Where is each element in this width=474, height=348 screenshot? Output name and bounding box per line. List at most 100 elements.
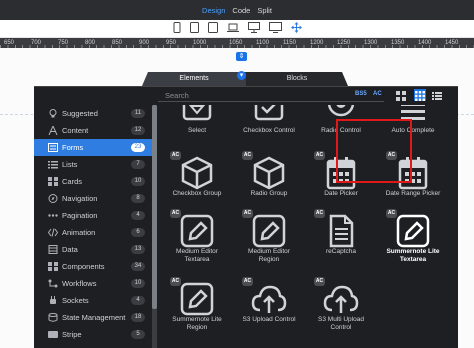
sidebar-item-label: Navigation [62,194,98,203]
laptop-icon[interactable] [226,20,239,38]
forms-icon [48,143,58,152]
monitor-icon[interactable] [268,20,282,38]
sidebar-item-label: Cards [62,177,83,186]
list-icon [48,161,58,169]
bs5-toggle[interactable]: BS5 [355,91,367,97]
count-badge: 10 [131,279,145,288]
count-badge: 18 [131,313,145,322]
sidebar-item-lists[interactable]: Lists 7 [34,156,152,173]
select-icon [182,105,212,121]
components-icon [48,262,58,271]
stripe-icon [48,331,58,338]
cloud-upload-icon [251,285,287,313]
lightbulb-icon [49,109,57,118]
component-summernote-lite-textarea[interactable]: Summernote Lite Textarea [378,214,448,264]
pagination-icon [48,214,58,217]
component-medium-editor-region[interactable]: Medium Editor Region [234,214,304,264]
tablet-icon[interactable] [189,20,199,38]
component-select[interactable]: Select [162,105,232,135]
list-view-icon[interactable] [431,89,443,101]
sidebar-item-data[interactable]: Data 13 [34,241,152,258]
component-recaptcha[interactable]: reCaptcha [306,214,376,256]
sidebar-item-sockets[interactable]: Sockets 4 [34,292,152,309]
count-badge: 6 [131,228,145,237]
device-toolbar [0,20,474,38]
small-grid-view-icon[interactable] [414,89,426,101]
sidebar-item-label: Sockets [62,296,89,305]
component-checkbox-group[interactable]: Checkbox Group [162,156,232,198]
sidebar-item-label: Suggested [62,109,98,118]
sidebar-item-components[interactable]: Components 34 [34,258,152,275]
large-grid-view-icon[interactable] [395,89,407,101]
sidebar-item-navigation[interactable]: Navigation 8 [34,190,152,207]
sidebar-item-state-management[interactable]: State Management 18 [34,309,152,326]
ac-toggle[interactable]: AC [373,91,382,97]
mobile-icon[interactable] [173,20,181,38]
selected-component-highlight [336,119,412,183]
view-mode-bar: Design Code Split [0,0,474,20]
count-badge: 8 [131,194,145,203]
tablet-landscape-icon[interactable] [207,20,218,38]
component-s3-upload-control[interactable]: S3 Upload Control [234,282,304,324]
pencil-icon [396,214,430,248]
count-badge: 12 [131,126,145,135]
resize-handle-top[interactable]: ⇕ [236,52,247,61]
sidebar-item-content[interactable]: Content 12 [34,122,152,139]
component-radio-group[interactable]: Radio Group [234,156,304,198]
text-icon [48,126,58,135]
count-badge: 13 [131,245,145,254]
workflows-icon [48,279,58,288]
sidebar-item-label: Components [62,262,105,271]
sidebar-item-pagination[interactable]: Pagination 4 [34,207,152,224]
data-icon [48,245,58,254]
count-badge: 10 [131,177,145,186]
sidebar-item-cards[interactable]: Cards 10 [34,173,152,190]
search-input[interactable]: Search [158,90,384,102]
sidebar-item-label: Lists [62,160,78,169]
component-summernote-lite-region[interactable]: Summernote Lite Region [162,282,232,332]
code-tab[interactable]: Code [232,6,250,15]
component-s3-multi-upload-control[interactable]: S3 Multi Upload Control [306,282,376,332]
pencil-icon [180,214,214,248]
pencil-icon [252,214,286,248]
design-tab[interactable]: Design [202,6,225,15]
ruler: 650 700 750 800 850 900 950 1000 1050 11… [0,38,474,48]
split-tab[interactable]: Split [257,6,272,15]
sockets-icon [50,296,56,304]
cube-icon [253,156,285,190]
component-checkbox-control[interactable]: Checkbox Control [234,105,304,135]
component-medium-editor-textarea[interactable]: Medium Editor Textarea [162,214,232,264]
checkbox-icon [254,105,284,121]
sidebar-item-label: State Management [62,313,126,322]
sidebar-item-label: Content [62,126,89,135]
document-icon [329,214,354,248]
sidebar-item-suggested[interactable]: Suggested 11 [34,105,152,122]
app-window: Design Code Split 650 700 750 800 850 90… [0,0,474,348]
collapse-handle[interactable]: ▾ [237,71,246,80]
count-badge: 11 [131,109,145,118]
count-badge: 4 [131,296,145,305]
sidebar-item-animation[interactable]: Animation 6 [34,224,152,241]
sidebar-item-label: Pagination [62,211,98,220]
sidebar-item-label: Workflows [62,279,97,288]
sidebar-item-label: Animation [62,228,96,237]
state-icon [48,313,58,322]
sidebar-item-label: Stripe [62,330,82,339]
move-icon[interactable] [290,20,302,38]
tab-blocks[interactable]: Blocks [246,72,348,86]
count-badge: 34 [131,262,145,271]
sidebar-item-stripe[interactable]: Stripe 5 [34,326,152,343]
sidebar-item-label: Forms [62,143,84,152]
sidebar-scrollbar-thumb[interactable] [152,105,157,309]
code-icon [48,228,58,237]
tab-elements[interactable]: Elements [142,72,246,86]
cube-icon [181,156,213,190]
sidebar-item-workflows[interactable]: Workflows 10 [34,275,152,292]
compass-icon [48,194,58,203]
count-badge: 4 [131,211,145,220]
category-sidebar: Suggested 11 Content 12 Forms 23 Lists 7… [34,105,157,348]
count-badge: 7 [131,160,145,169]
sidebar-item-forms[interactable]: Forms 23 [34,139,152,156]
desktop-icon[interactable] [247,20,260,38]
component-grid: Select Checkbox Control Radio Control Au… [162,105,458,348]
